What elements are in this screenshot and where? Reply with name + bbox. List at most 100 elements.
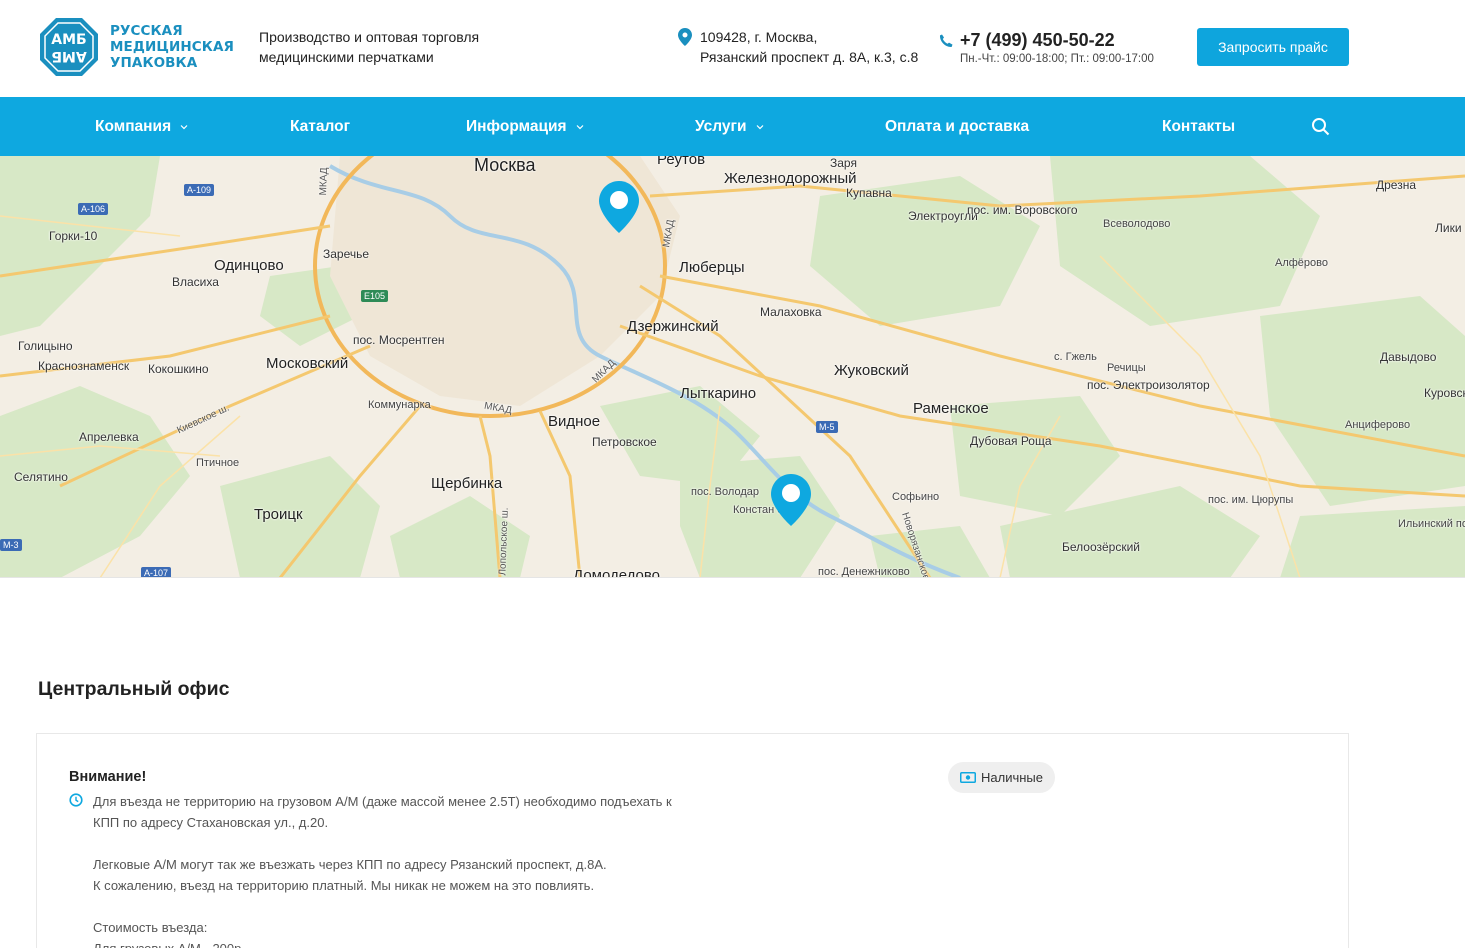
- map-label-mkad-west: МКАД: [317, 167, 330, 196]
- map-label-golitsyno: Голицыно: [18, 339, 73, 353]
- nav-item-services[interactable]: Услуги: [695, 97, 764, 156]
- logo-line-3: упаковка: [110, 55, 198, 71]
- map-label-sofino: Софьино: [892, 491, 940, 503]
- logo-mark-icon: АМБ АМБ: [40, 18, 98, 76]
- map-label-kupavna: Купавна: [846, 186, 892, 200]
- header-address: 109428, г. Москва, Рязанский проспект д.…: [678, 27, 918, 67]
- map-label-kurovskoe: Куровское: [1424, 386, 1465, 400]
- road-badge-m3: М-3: [0, 539, 22, 551]
- map-label-zhukovsky: Жуковский: [834, 362, 909, 379]
- logo[interactable]: АМБ АМБ Русская медицинская упаковка: [38, 16, 234, 78]
- chevron-down-icon: [756, 124, 763, 129]
- map-label-beloozersky: Белоозёрский: [1062, 540, 1141, 554]
- nav-item-contacts[interactable]: Контакты: [1162, 97, 1235, 156]
- map-label-moskovsky: Московский: [266, 355, 349, 372]
- nav-item-company[interactable]: Компания: [95, 97, 188, 156]
- map-label-zheleznodorozhny: Железнодорожный: [724, 170, 857, 187]
- nav-item-label: Информация: [466, 117, 567, 135]
- map-label-lyubertsy: Люберцы: [679, 259, 745, 276]
- nav-item-information[interactable]: Информация: [466, 97, 584, 156]
- map-label-odintsovo: Одинцово: [214, 257, 284, 274]
- address-line-1: 109428, г. Москва,: [700, 29, 818, 45]
- notice-line: Для въезда не территорию на грузовом А/М…: [93, 794, 672, 809]
- notice-line: КПП по адресу Стахановская ул., д.20.: [93, 815, 329, 830]
- map-label-zarya: Заря: [830, 156, 857, 170]
- map-label-vsevolodovo: Всеволодово: [1103, 218, 1171, 230]
- map-label-liki: Лики: [1435, 221, 1462, 235]
- section-title: Центральный офис: [38, 678, 230, 700]
- map-label-zarechye: Заречье: [323, 247, 370, 261]
- main-nav: Компания Каталог Информация Услуги Оплат…: [0, 97, 1465, 156]
- location-pin-icon: [678, 28, 692, 46]
- nav-item-label: Контакты: [1162, 117, 1236, 135]
- nav-item-label: Услуги: [695, 117, 747, 135]
- map-label-reutov: Реутов: [657, 156, 706, 168]
- logo-line-2: медицинская: [110, 39, 234, 55]
- tagline-line-2: медицинскими перчатками: [259, 49, 434, 65]
- map-label-vlasikha: Власиха: [172, 275, 219, 289]
- phone-icon: [939, 34, 953, 47]
- office-card: Внимание! Для въезда не территорию на гр…: [36, 733, 1349, 948]
- notice-line: Для грузовых А/М - 200р.: [93, 938, 713, 948]
- working-hours: Пн.-Чт.: 09:00-18:00; Пт.: 09:00-17:00: [960, 53, 1154, 65]
- map-label-mosrentgen: пос. Мосрентген: [353, 333, 445, 347]
- phone-block: +7 (499) 450-50-22 Пн.-Чт.: 09:00-18:00;…: [939, 30, 1154, 65]
- warning-title: Внимание!: [69, 769, 147, 785]
- map-label-moskva: Москва: [474, 156, 536, 175]
- site-header: АМБ АМБ Русская медицинская упаковка Про…: [0, 0, 1465, 97]
- map-label-gzhel: с. Гжель: [1054, 351, 1097, 363]
- nav-item-catalog[interactable]: Каталог: [290, 97, 350, 156]
- nav-item-payment-delivery[interactable]: Оплата и доставка: [885, 97, 1029, 156]
- cash-icon: [960, 772, 976, 783]
- chevron-down-icon: [180, 124, 188, 129]
- map-label-antsiferovo: Анциферово: [1345, 419, 1411, 431]
- map-label-tsyurupy: пос. им. Цюрупы: [1208, 494, 1294, 506]
- map-divider: [0, 577, 1465, 578]
- logo-text: Русская медицинская упаковка: [110, 23, 234, 71]
- map-marker-warehouse[interactable]: [771, 474, 811, 526]
- road-badge-e105: Е105: [361, 290, 389, 302]
- address-line-2: Рязанский проспект д. 8А, к.3, с.8: [700, 49, 919, 65]
- nav-item-label: Компания: [95, 117, 172, 135]
- map-label-elektroizolyator: пос. Электроизолятор: [1087, 378, 1210, 392]
- map-label-vorovskogo: пос. им. Воровского: [967, 203, 1078, 217]
- map-label-ilinsky: Ильинский пог.: [1398, 518, 1465, 530]
- map-label-kokoshkino: Кокошкино: [148, 362, 209, 376]
- map-marker-office[interactable]: [599, 181, 639, 233]
- phone-number[interactable]: +7 (499) 450-50-22: [960, 30, 1115, 51]
- map-label-rechitsy: Речицы: [1107, 362, 1146, 374]
- map-label-shcherbinka: Щербинка: [431, 475, 503, 492]
- map-label-troitsk: Троицк: [254, 506, 303, 523]
- map-label-alferovo: Алфёрово: [1275, 257, 1328, 269]
- payment-cash-badge: Наличные: [948, 762, 1055, 793]
- svg-text:АМБ: АМБ: [51, 32, 86, 48]
- nav-item-label: Оплата и доставка: [885, 117, 1030, 135]
- map-label-aprelevka: Апрелевка: [79, 430, 139, 444]
- map-label-ramenskoe: Раменское: [913, 400, 989, 417]
- request-price-button[interactable]: Запросить прайс: [1197, 28, 1349, 66]
- map-label-davydovo: Давыдово: [1380, 350, 1437, 364]
- map-label-drezna: Дрезна: [1376, 178, 1417, 192]
- map-label-selyatino: Селятино: [14, 470, 68, 484]
- map-label-petrovskoe: Петровское: [592, 435, 657, 449]
- search-icon[interactable]: [1311, 117, 1330, 136]
- road-badge-a109: А-109: [184, 184, 215, 196]
- map-label-kommunarka: Коммунарка: [368, 399, 431, 411]
- location-map[interactable]: Москва Реутов Заря Железнодорожный Купав…: [0, 156, 1465, 578]
- road-badge-m5: М-5: [816, 421, 838, 433]
- clock-icon: [69, 793, 83, 807]
- chevron-down-icon: [576, 124, 584, 129]
- map-label-dzerzhinsky: Дзержинский: [627, 318, 719, 335]
- logo-line-1: Русская: [110, 23, 183, 39]
- notice-line: Легковые А/М могут так же въезжать через…: [93, 857, 607, 872]
- road-badge-a106: А-106: [78, 203, 109, 215]
- tagline: Производство и оптовая торговля медицинс…: [259, 27, 519, 67]
- map-label-dubovaya: Дубовая Роща: [970, 434, 1052, 448]
- nav-item-label: Каталог: [290, 117, 351, 135]
- map-label-vidnoe: Видное: [548, 413, 601, 430]
- notice-line: К сожалению, въезд на территорию платный…: [93, 878, 595, 893]
- payment-label: Наличные: [981, 770, 1043, 785]
- map-label-lytkarino: Лыткарино: [680, 385, 757, 402]
- svg-text:АМБ: АМБ: [51, 48, 86, 64]
- map-label-gorki: Горки-10: [49, 229, 98, 243]
